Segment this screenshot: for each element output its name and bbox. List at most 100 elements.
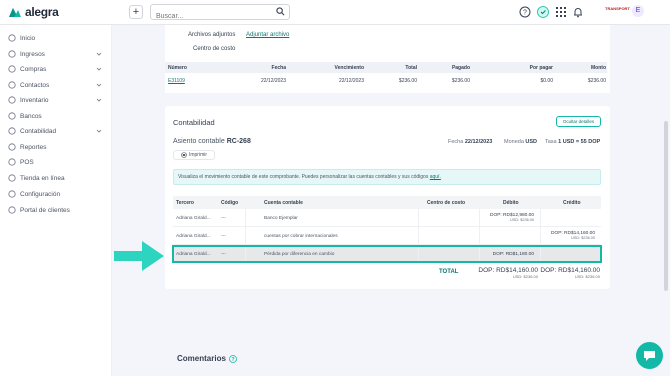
chevron-down-icon[interactable] <box>96 51 102 57</box>
invoice-link[interactable]: E31109 <box>168 78 228 84</box>
settings-icon <box>8 190 16 198</box>
search-input[interactable] <box>151 9 261 24</box>
accounting-amount-debito: DOP: RD$12,980.00 USD: $236.00 <box>478 213 534 222</box>
sidebar-item-4[interactable]: Inventario <box>0 93 112 107</box>
sidebar-item-label: POS <box>20 158 34 166</box>
bell-icon[interactable] <box>572 6 584 18</box>
info-link[interactable]: aquí. <box>430 174 441 180</box>
info-text: Visualiza el movimiento contable de este… <box>178 174 429 180</box>
scrollbar[interactable] <box>664 121 668 291</box>
accounting-title: Contabilidad <box>173 118 215 127</box>
printer-icon <box>181 152 187 158</box>
total-credit: DOP: RD$14,160.00 USD: $236.00 <box>540 267 600 279</box>
entry-prefix: Asiento contable <box>173 138 225 145</box>
payments-header-cell: Número <box>168 65 187 71</box>
top-bar: alegra + ? TRANSPORT E <box>0 0 670 25</box>
hide-details-button[interactable]: Ocultar detalles <box>556 116 601 127</box>
chevron-down-icon[interactable] <box>96 82 102 88</box>
comments-title: Comentarios <box>177 354 226 363</box>
apps-grid-icon[interactable] <box>555 6 567 18</box>
sidebar-item-label: Inicio <box>20 34 36 42</box>
accounting-cell-tercero: Adriana Girald... <box>176 216 211 221</box>
contacts-icon <box>8 81 16 89</box>
accounting-entry: Asiento contable RC-268 <box>173 138 251 145</box>
pointer-arrow-icon <box>114 241 164 271</box>
chevron-down-icon[interactable] <box>96 97 102 103</box>
company-logo[interactable]: TRANSPORT <box>605 6 630 11</box>
inventory-icon <box>8 96 16 104</box>
sidebar-item-6[interactable]: Contabilidad <box>0 124 112 138</box>
cell-divider <box>540 209 541 226</box>
payments-header-cell: Monto <box>591 65 606 71</box>
accounting-amount-credito: DOP: RD$14,160.00 USD: $236.00 <box>539 231 595 240</box>
sidebar-item-10[interactable]: Configuración <box>0 187 112 201</box>
sidebar-item-label: Contabilidad <box>20 127 57 135</box>
sidebar-item-3[interactable]: Contactos <box>0 78 112 92</box>
entry-currency: Moneda USD <box>504 139 537 145</box>
rate-label: Tasa <box>545 139 557 145</box>
sidebar-item-9[interactable]: Tienda en línea <box>0 171 112 185</box>
sidebar-item-label: Configuración <box>20 190 61 198</box>
currency-label: Moneda <box>504 139 524 145</box>
table-row[interactable] <box>173 209 601 227</box>
table-row[interactable] <box>173 227 601 245</box>
cost-center-label: Centro de costo <box>193 46 236 52</box>
sidebar-item-7[interactable]: Reportes <box>0 140 112 154</box>
updates-icon[interactable] <box>537 6 549 18</box>
chat-button[interactable] <box>636 342 663 369</box>
entry-number: RC-268 <box>226 138 251 145</box>
print-button[interactable]: Imprimir <box>173 150 215 160</box>
payments-header-cell: Pagado <box>451 65 470 71</box>
total-debit: DOP: RD$14,160.00 USD: $236.00 <box>478 267 538 279</box>
search-box <box>150 4 290 24</box>
date-label: Fecha <box>448 139 464 145</box>
rate-value: 1 USD = 55 DOP <box>558 139 601 145</box>
accounting-header-cell: Débito <box>503 200 519 206</box>
sidebar-item-8[interactable]: POS <box>0 155 112 169</box>
reports-icon <box>8 143 16 151</box>
total-debit-dop: DOP: RD$14,160.00 <box>478 267 538 274</box>
accounting-cell-cuenta: cuentas por cobrar internacionales <box>264 234 338 239</box>
help-icon[interactable]: ? <box>229 354 237 363</box>
sidebar-item-0[interactable]: Inicio <box>0 31 112 45</box>
amount-usd: USD: $236.00 <box>571 236 595 240</box>
cell-divider <box>479 227 480 244</box>
chevron-down-icon[interactable] <box>96 128 102 134</box>
sidebar-item-label: Ingresos <box>20 50 45 58</box>
sidebar-item-1[interactable]: Ingresos <box>0 47 112 61</box>
income-icon <box>8 50 16 58</box>
payments-header-cell: Por pagar <box>529 65 553 71</box>
search-icon[interactable] <box>276 7 285 16</box>
sidebar-item-label: Compras <box>20 65 47 73</box>
payments-cell: $0.00 <box>540 78 553 84</box>
info-banner: Visualiza el movimiento contable de este… <box>173 169 601 185</box>
payments-cell: 22/12/2023 <box>260 78 286 84</box>
entry-date: Fecha 22/12/2023 <box>448 139 492 145</box>
payments-cell: $236.00 <box>398 78 417 84</box>
accounting-icon <box>8 127 16 135</box>
sidebar-item-5[interactable]: Bancos <box>0 109 112 123</box>
accounting-header-cell: Crédito <box>563 200 581 206</box>
currency-value: USD <box>525 139 538 145</box>
sidebar-item-2[interactable]: Compras <box>0 62 112 76</box>
app-logo[interactable]: alegra <box>8 5 59 19</box>
cell-divider <box>418 209 419 226</box>
help-icon[interactable]: ? <box>519 6 531 18</box>
add-button[interactable]: + <box>129 5 143 19</box>
portal-icon <box>8 206 16 214</box>
payments-header-cell: Fecha <box>271 65 286 71</box>
chevron-down-icon[interactable] <box>96 66 102 72</box>
sidebar-item-11[interactable]: Portal de clientes <box>0 203 112 217</box>
payments-header-cell: Vencimiento <box>334 65 364 71</box>
total-credit-dop: DOP: RD$14,160.00 <box>540 267 600 274</box>
purchases-icon <box>8 65 16 73</box>
avatar[interactable]: E <box>632 5 644 17</box>
svg-text:?: ? <box>231 357 234 363</box>
attach-file-link[interactable]: Adjuntar archivo <box>246 32 289 38</box>
chat-icon <box>644 351 655 361</box>
accounting-header-cell: Tercero <box>176 200 194 206</box>
payments-cell: $236.00 <box>587 78 606 84</box>
accounting-cell-codigo: --- <box>221 216 226 221</box>
accounting-header-cell: Código <box>221 200 239 206</box>
accounting-header-cell: Centro de costo <box>427 200 466 206</box>
